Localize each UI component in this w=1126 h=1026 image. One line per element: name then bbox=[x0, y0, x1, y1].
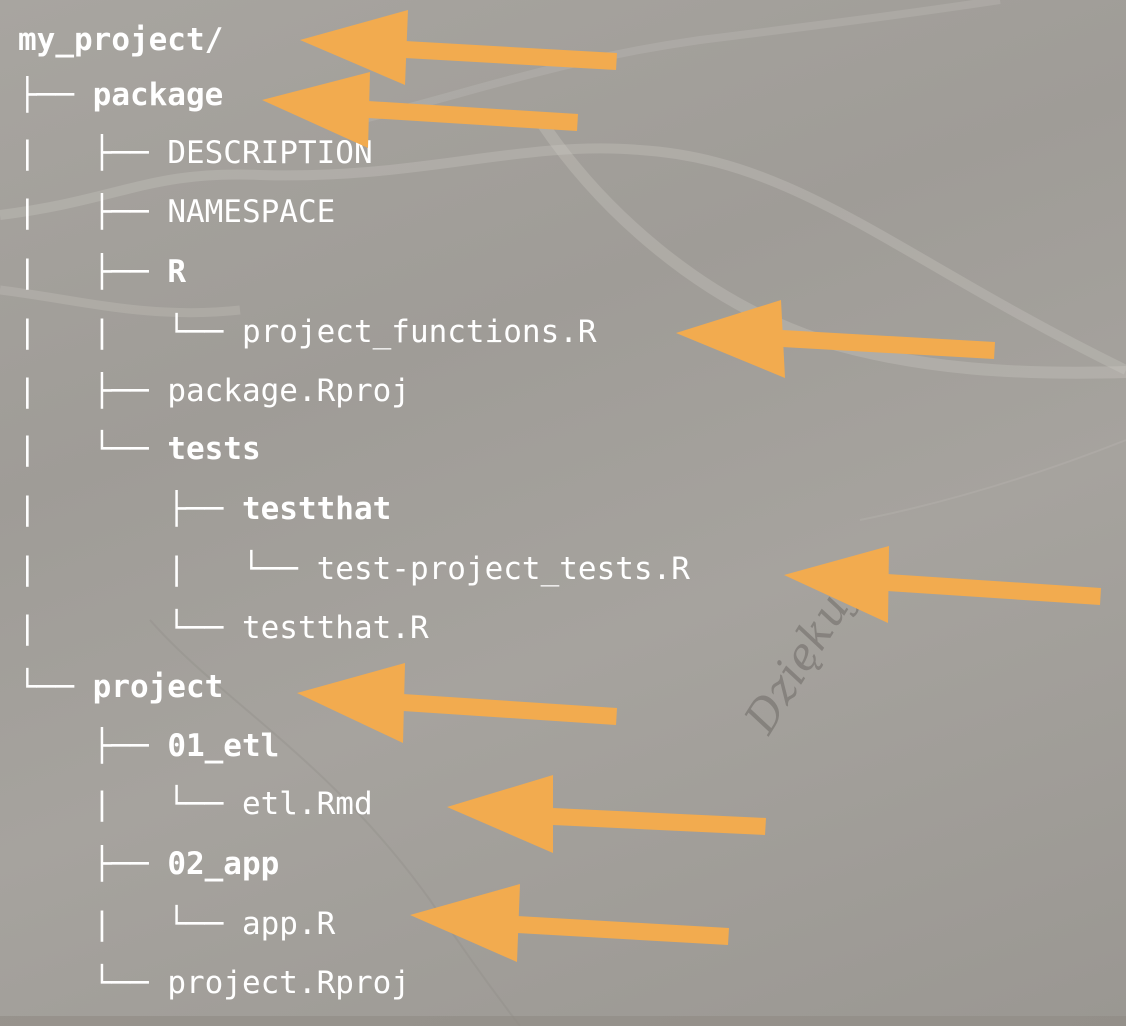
arrow-icon bbox=[297, 663, 617, 743]
arrow-icon bbox=[410, 884, 729, 962]
diagram-canvas: Dziękuję my_project/├── package | ├── DES… bbox=[0, 0, 1126, 1026]
arrow-icon bbox=[300, 10, 617, 85]
arrow-icon bbox=[262, 72, 578, 148]
arrow-icon bbox=[676, 300, 995, 378]
arrow-layer bbox=[262, 10, 1101, 962]
arrow-icon bbox=[447, 775, 766, 853]
arrow-icon bbox=[784, 546, 1101, 623]
